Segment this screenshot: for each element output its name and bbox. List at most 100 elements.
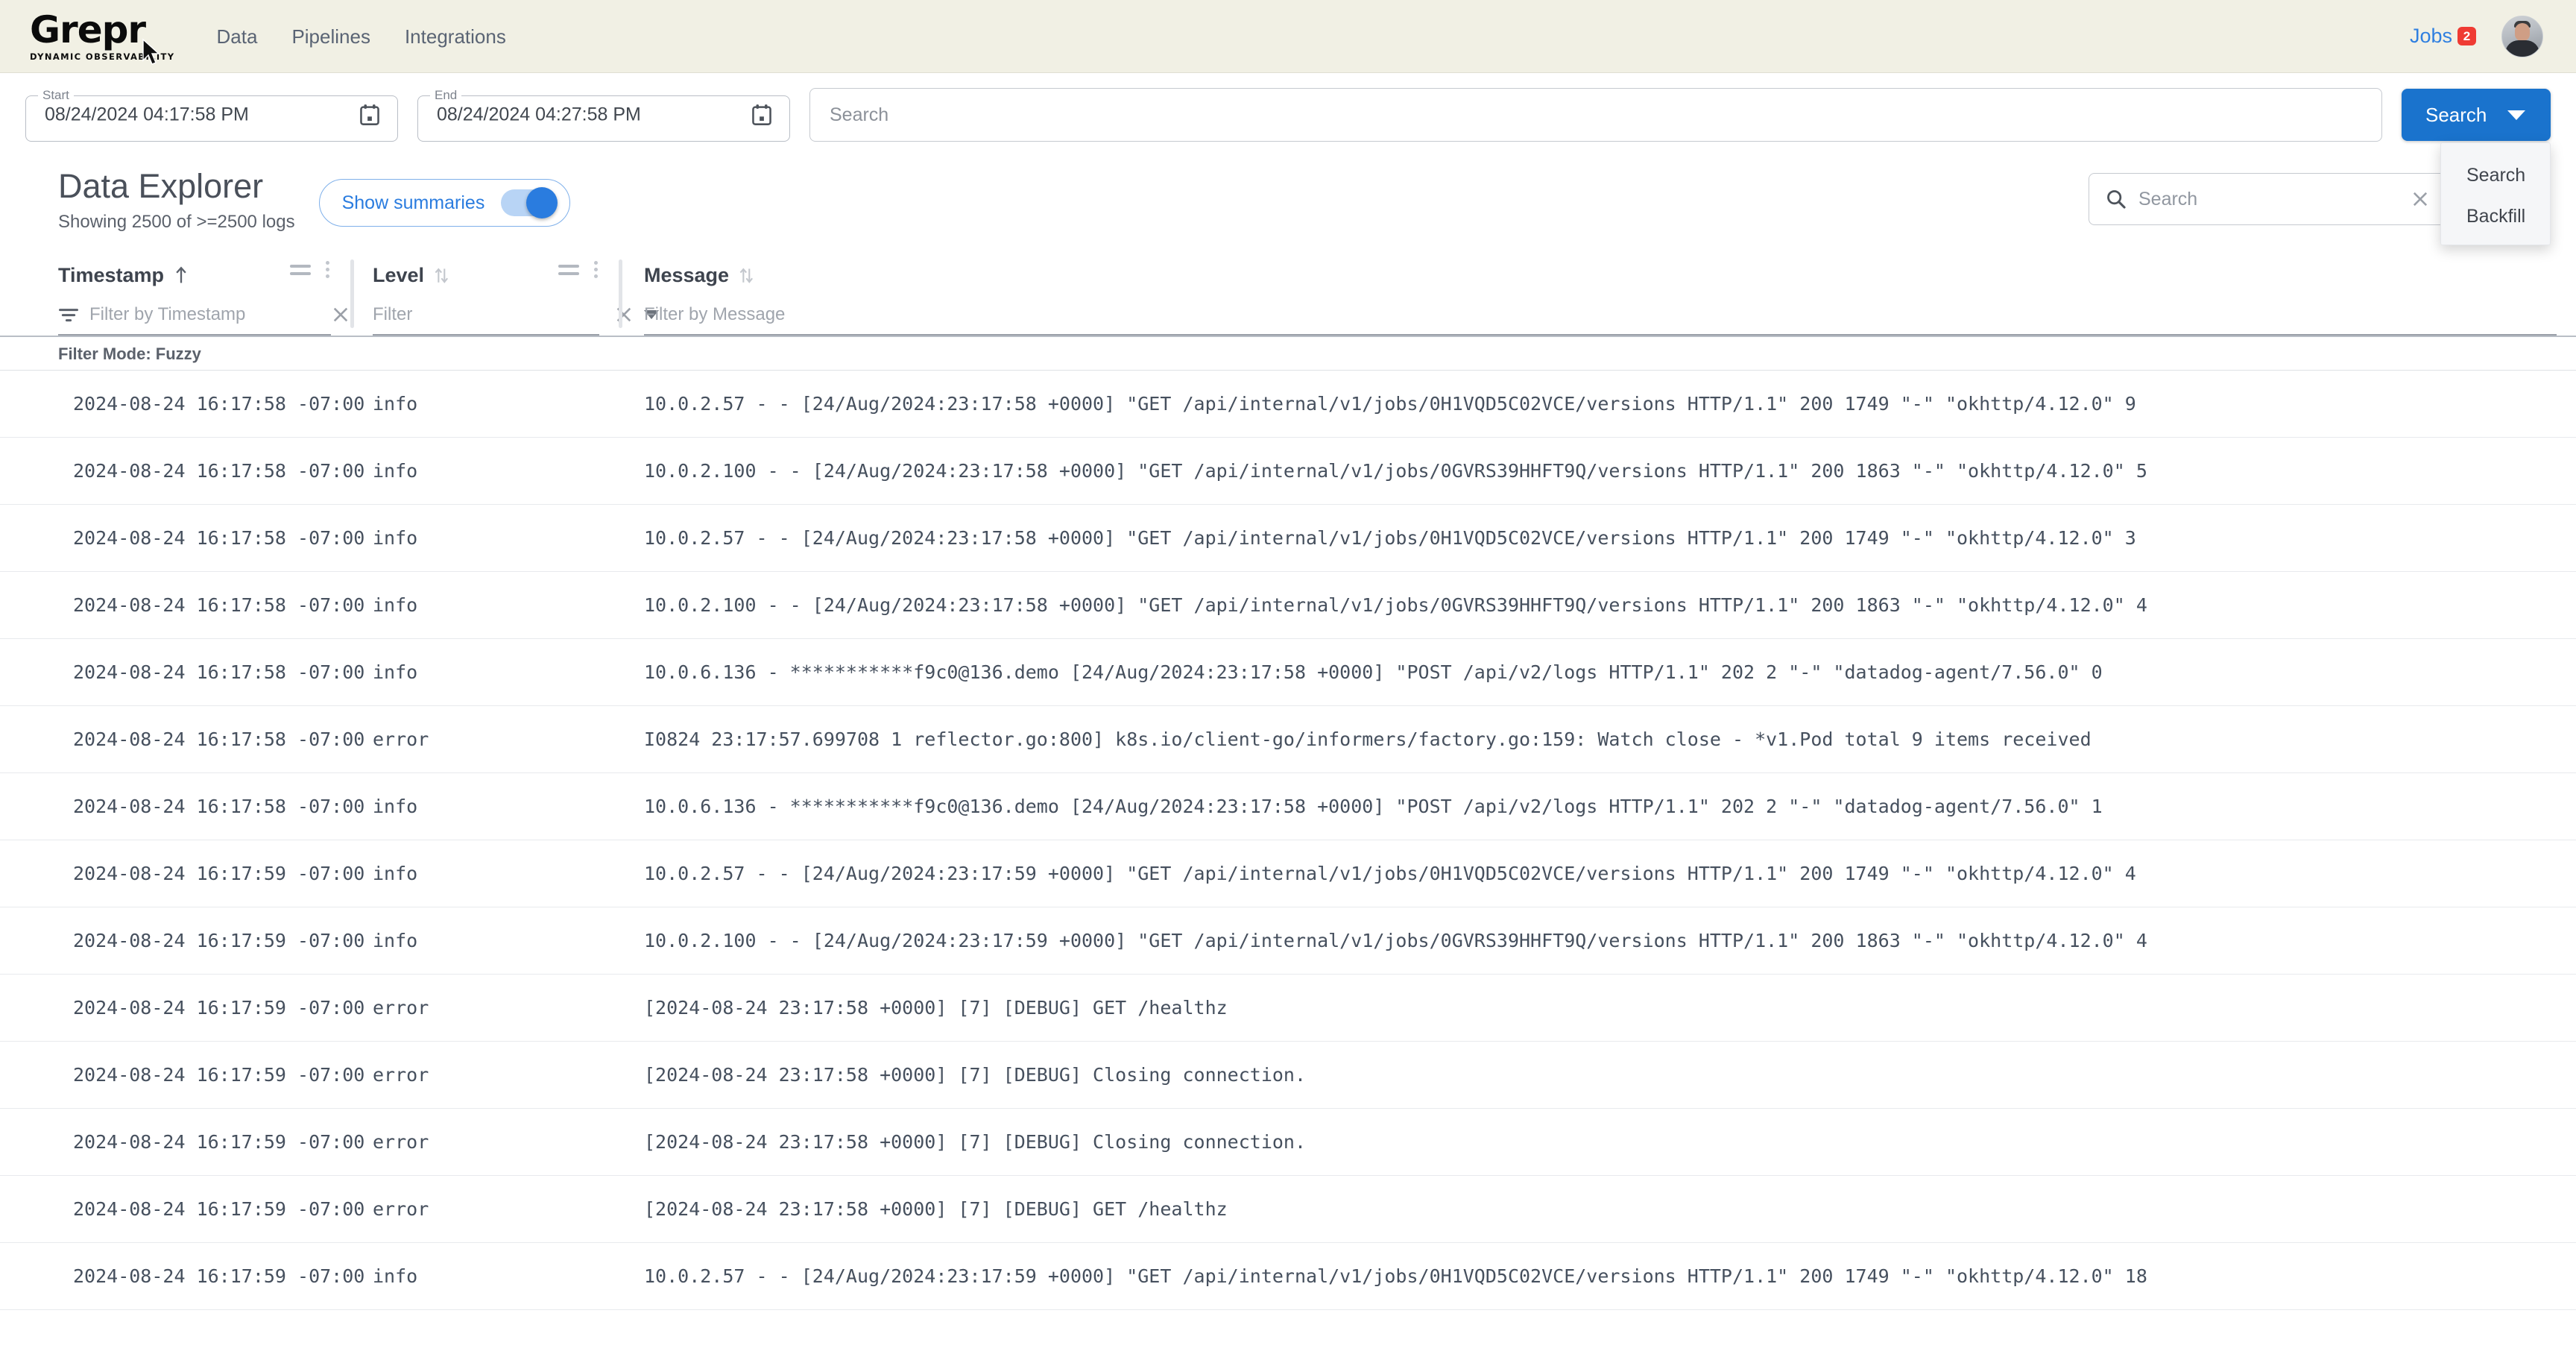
table-row[interactable]: 2024-08-24 16:17:59 -07:00 error [2024-08-… [0, 1109, 2576, 1177]
cell-timestamp: 2024-08-24 16:17:58 -07:00 [73, 661, 365, 684]
message-filter-input[interactable] [644, 304, 2554, 326]
cell-level: info [373, 796, 418, 818]
menu-item-backfill[interactable]: Backfill [2441, 196, 2550, 237]
table-search-wrapper[interactable] [2089, 173, 2446, 225]
cell-level: error [373, 997, 429, 1019]
cell-level: info [373, 393, 418, 415]
cell-timestamp: 2024-08-24 16:17:59 -07:00 [73, 930, 365, 952]
cell-timestamp: 2024-08-24 16:17:58 -07:00 [73, 393, 365, 415]
table-row[interactable]: 2024-08-24 16:17:58 -07:00 info 10.0.2.57 … [0, 371, 2576, 438]
column-menu-icon[interactable] [290, 264, 311, 275]
toggle-knob [526, 187, 558, 218]
cell-timestamp: 2024-08-24 16:17:59 -07:00 [73, 1265, 365, 1288]
table-row[interactable]: 2024-08-24 16:17:59 -07:00 error [2024-08-… [0, 1176, 2576, 1244]
timestamp-filter-wrapper[interactable] [58, 297, 348, 336]
table-row[interactable]: 2024-08-24 16:17:59 -07:00 info 10.0.2.57 … [0, 840, 2576, 908]
toggle-switch[interactable] [501, 187, 558, 218]
more-options-icon[interactable] [324, 259, 331, 280]
table-row[interactable]: 2024-08-24 16:17:59 -07:00 error [2024-08-… [0, 975, 2576, 1042]
table-body: 2024-08-24 16:17:58 -07:00 info 10.0.2.57 … [0, 371, 2576, 1311]
cell-message: 10.0.2.57 - - [24/Aug/2024:23:17:59 +000… [644, 1265, 2147, 1288]
sort-none-icon[interactable] [738, 265, 754, 285]
column-divider[interactable] [350, 259, 354, 329]
chevron-down-icon[interactable] [2507, 110, 2526, 120]
message-filter-wrapper[interactable] [644, 297, 2557, 336]
nav-link-integrations[interactable]: Integrations [405, 27, 506, 46]
result-count-text: Showing 2500 of >=2500 logs [58, 212, 295, 233]
cell-message: 10.0.2.100 - - [24/Aug/2024:23:17:58 +00… [644, 594, 2147, 617]
main-query-input[interactable] [830, 104, 2362, 126]
cell-timestamp: 2024-08-24 16:17:58 -07:00 [73, 728, 365, 751]
cell-message: 10.0.2.57 - - [24/Aug/2024:23:17:58 +000… [644, 393, 2136, 415]
calendar-icon[interactable] [359, 104, 380, 126]
cell-level: error [373, 1198, 429, 1221]
close-icon[interactable] [2410, 189, 2431, 210]
main-query-input-wrapper[interactable] [809, 88, 2382, 142]
search-button[interactable]: Search [2402, 89, 2551, 141]
cell-message: 10.0.2.100 - - [24/Aug/2024:23:17:58 +00… [644, 460, 2147, 482]
calendar-icon[interactable] [751, 104, 772, 126]
table-row[interactable]: 2024-08-24 16:17:58 -07:00 error I0824 23:… [0, 706, 2576, 774]
cell-level: info [373, 930, 418, 952]
timestamp-filter-input[interactable] [89, 304, 321, 326]
start-date-value: 08/24/2024 04:17:58 PM [45, 104, 249, 125]
cell-message: [2024-08-24 23:17:58 +0000] [7] [DEBUG] … [644, 1131, 1307, 1153]
cell-timestamp: 2024-08-24 16:17:59 -07:00 [73, 1131, 365, 1153]
level-filter-wrapper[interactable] [373, 297, 659, 336]
show-summaries-toggle[interactable]: Show summaries [318, 179, 571, 227]
table-row[interactable]: 2024-08-24 16:17:58 -07:00 info 10.0.6.136… [0, 773, 2576, 841]
top-navigation-bar: Grepr DYNAMIC OBSERVABILITY Data Pipelin… [0, 0, 2576, 73]
explorer-header: Data Explorer Showing 2500 of >=2500 log… [0, 142, 2576, 233]
nav-link-pipelines[interactable]: Pipelines [291, 27, 370, 46]
end-date-field[interactable]: End 08/24/2024 04:27:58 PM [417, 88, 790, 142]
search-dropdown-menu: Search Backfill [2440, 142, 2551, 245]
start-date-field[interactable]: Start 08/24/2024 04:17:58 PM [25, 88, 398, 142]
primary-nav-links: Data Pipelines Integrations [217, 27, 506, 46]
column-divider[interactable] [619, 259, 622, 329]
nav-right-group: Jobs 2 [2410, 15, 2543, 57]
timestamp-header-label[interactable]: Timestamp [58, 264, 164, 287]
start-date-label: Start [42, 88, 69, 102]
filter-list-icon[interactable] [58, 305, 79, 324]
sort-ascending-icon[interactable] [173, 265, 189, 285]
cell-timestamp: 2024-08-24 16:17:59 -07:00 [73, 997, 365, 1019]
avatar-body [2505, 40, 2539, 57]
table-row[interactable]: 2024-08-24 16:17:59 -07:00 error [2024-08-… [0, 1042, 2576, 1110]
nav-link-data[interactable]: Data [217, 27, 258, 46]
sort-none-icon[interactable] [433, 265, 449, 285]
cell-timestamp: 2024-08-24 16:17:59 -07:00 [73, 1198, 365, 1221]
cell-message: 10.0.2.57 - - [24/Aug/2024:23:17:58 +000… [644, 527, 2136, 550]
table-row[interactable]: 2024-08-24 16:17:59 -07:00 info 10.0.2.57 … [0, 1243, 2576, 1311]
brand-logo[interactable]: Grepr DYNAMIC OBSERVABILITY [30, 11, 175, 65]
search-icon [2106, 189, 2127, 210]
close-icon[interactable] [331, 305, 350, 324]
cell-level: info [373, 1265, 418, 1288]
level-filter-input[interactable] [373, 304, 604, 326]
cell-timestamp: 2024-08-24 16:17:58 -07:00 [73, 527, 365, 550]
table-row[interactable]: 2024-08-24 16:17:58 -07:00 info 10.0.2.100… [0, 572, 2576, 640]
column-menu-icon[interactable] [558, 264, 579, 275]
cell-level: error [373, 1131, 429, 1153]
more-options-icon[interactable] [593, 259, 599, 280]
table-row[interactable]: 2024-08-24 16:17:58 -07:00 info 10.0.6.136… [0, 639, 2576, 707]
cell-timestamp: 2024-08-24 16:17:58 -07:00 [73, 796, 365, 818]
menu-item-search[interactable]: Search [2441, 155, 2550, 196]
table-row[interactable]: 2024-08-24 16:17:59 -07:00 info 10.0.2.100… [0, 907, 2576, 975]
show-summaries-label: Show summaries [341, 192, 485, 213]
avatar-head [2515, 22, 2530, 41]
user-avatar[interactable] [2501, 15, 2543, 57]
cell-level: error [373, 728, 429, 751]
cell-level: info [373, 527, 418, 550]
cell-message: [2024-08-24 23:17:58 +0000] [7] [DEBUG] … [644, 1064, 1307, 1086]
table-row[interactable]: 2024-08-24 16:17:58 -07:00 info 10.0.2.100… [0, 438, 2576, 506]
cell-message: 10.0.2.100 - - [24/Aug/2024:23:17:59 +00… [644, 930, 2147, 952]
jobs-link[interactable]: Jobs 2 [2410, 25, 2476, 48]
search-button-label: Search [2425, 103, 2487, 126]
table-search-input[interactable] [2138, 188, 2398, 210]
table-row[interactable]: 2024-08-24 16:17:58 -07:00 info 10.0.2.57 … [0, 505, 2576, 573]
cell-level: info [373, 661, 418, 684]
message-header-label[interactable]: Message [644, 264, 729, 287]
timestamp-header-tools [290, 259, 331, 280]
end-date-label: End [435, 88, 458, 102]
level-header-label[interactable]: Level [373, 264, 424, 287]
